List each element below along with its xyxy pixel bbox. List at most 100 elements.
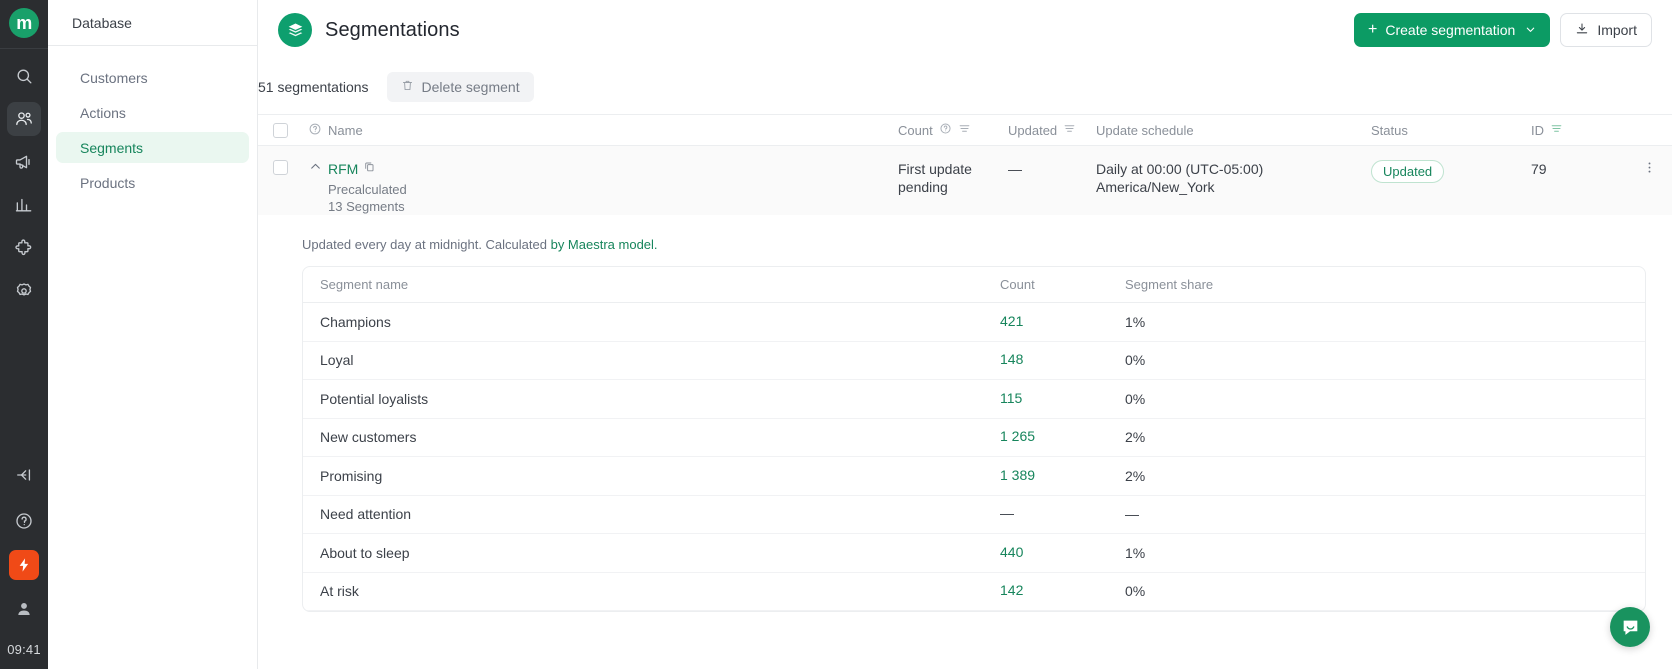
chat-bubble-smile-icon[interactable] xyxy=(1610,607,1650,647)
segment-count[interactable]: 1 389 xyxy=(1000,467,1035,483)
row-actions-cell xyxy=(1626,160,1672,180)
column-header-count[interactable]: Count xyxy=(898,122,1008,138)
segment-count[interactable]: 142 xyxy=(1000,582,1023,598)
chevron-up-icon[interactable] xyxy=(309,160,322,178)
sidebar-item-products[interactable]: Products xyxy=(56,167,249,198)
list-item[interactable]: At risk 142 0% xyxy=(303,573,1645,612)
import-button[interactable]: Import xyxy=(1560,13,1652,47)
search-icon[interactable] xyxy=(7,59,41,93)
segment-count[interactable]: 421 xyxy=(1000,313,1023,329)
page-title-group: Segmentations xyxy=(278,13,460,47)
column-header-name[interactable]: Name xyxy=(328,123,898,138)
user-account-icon[interactable] xyxy=(7,592,41,626)
segmentation-count: 51 segmentations xyxy=(258,79,369,95)
sidebar-item-label: Actions xyxy=(80,105,126,121)
expanded-note-text: Updated every day at midnight. Calculate… xyxy=(302,237,551,252)
delete-segment-label: Delete segment xyxy=(422,79,520,95)
segment-share: 0% xyxy=(1125,583,1645,599)
segment-share: 0% xyxy=(1125,352,1645,368)
list-item[interactable]: Champions 421 1% xyxy=(303,303,1645,342)
flash-lightning-icon[interactable] xyxy=(9,550,39,580)
column-header-updated-label: Updated xyxy=(1008,123,1057,138)
segment-name: Potential loyalists xyxy=(303,391,1000,407)
integrations-puzzle-icon[interactable] xyxy=(7,231,41,265)
create-segmentation-label: Create segmentation xyxy=(1385,22,1515,38)
list-item[interactable]: Need attention — — xyxy=(303,496,1645,535)
customers-icon[interactable] xyxy=(7,102,41,136)
brand-logo[interactable]: m xyxy=(9,8,39,38)
delete-segment-button[interactable]: Delete segment xyxy=(387,72,534,102)
list-item[interactable]: About to sleep 440 1% xyxy=(303,534,1645,573)
list-item[interactable]: Potential loyalists 115 0% xyxy=(303,380,1645,419)
name-help-cell xyxy=(302,122,328,139)
campaigns-megaphone-icon[interactable] xyxy=(7,145,41,179)
trash-icon xyxy=(401,79,414,95)
row-id-cell: 79 xyxy=(1531,160,1626,178)
list-item[interactable]: Loyal 148 0% xyxy=(303,342,1645,381)
segment-count[interactable]: 148 xyxy=(1000,351,1023,367)
segmentation-type: Precalculated xyxy=(328,181,898,198)
maestra-model-link[interactable]: by Maestra model. xyxy=(551,237,658,252)
download-icon xyxy=(1575,22,1589,39)
help-circle-icon[interactable] xyxy=(939,122,952,138)
sidebar-item-actions[interactable]: Actions xyxy=(56,97,249,128)
segmentation-name-link[interactable]: RFM xyxy=(328,161,358,177)
segment-name: Champions xyxy=(303,314,1000,330)
sidebar-item-segments[interactable]: Segments xyxy=(56,132,249,163)
import-label: Import xyxy=(1597,22,1637,38)
segment-count[interactable]: 115 xyxy=(1000,390,1022,406)
row-schedule-line1: Daily at 00:00 (UTC-05:00) xyxy=(1096,160,1371,178)
more-options-icon[interactable] xyxy=(1642,160,1657,180)
breakdown-column-name: Segment name xyxy=(303,277,1000,292)
status-badge: Updated xyxy=(1371,160,1444,183)
table-row[interactable]: RFM Precalculated 13 Segments First upda… xyxy=(258,146,1672,215)
main-content: Segmentations + Create segmentation xyxy=(258,0,1672,669)
table-header-row: Name Count xyxy=(258,114,1672,146)
row-updated-value: — xyxy=(1008,160,1096,178)
settings-gear-icon[interactable] xyxy=(7,274,41,308)
breakdown-column-count: Count xyxy=(1000,277,1125,292)
column-header-name-label: Name xyxy=(328,123,363,138)
sort-icon[interactable] xyxy=(1550,122,1563,138)
collapse-sidebar-icon[interactable] xyxy=(7,458,41,492)
row-name-row: RFM xyxy=(328,160,898,178)
list-item[interactable]: Promising 1 389 2% xyxy=(303,457,1645,496)
row-id-value: 79 xyxy=(1531,160,1626,178)
plus-icon: + xyxy=(1368,21,1377,39)
help-circle-icon[interactable] xyxy=(7,504,41,538)
create-segmentation-button[interactable]: + Create segmentation xyxy=(1354,13,1550,47)
breakdown-column-share: Segment share xyxy=(1125,277,1645,292)
list-item[interactable]: New customers 1 265 2% xyxy=(303,419,1645,458)
column-header-updated[interactable]: Updated xyxy=(1008,122,1096,138)
page-title: Segmentations xyxy=(325,19,460,42)
copy-icon[interactable] xyxy=(363,160,376,178)
segment-count[interactable]: 440 xyxy=(1000,544,1023,560)
segment-share: 2% xyxy=(1125,468,1645,484)
row-checkbox[interactable] xyxy=(273,160,288,175)
segment-name: About to sleep xyxy=(303,545,1000,561)
analytics-bar-chart-icon[interactable] xyxy=(7,188,41,222)
column-header-update-schedule[interactable]: Update schedule xyxy=(1096,123,1371,138)
segment-name: Promising xyxy=(303,468,1000,484)
sort-icon[interactable] xyxy=(1063,122,1076,138)
column-header-id[interactable]: ID xyxy=(1531,122,1626,138)
select-all-checkbox[interactable] xyxy=(273,123,288,138)
segment-name: At risk xyxy=(303,583,1000,599)
row-expand-cell xyxy=(302,160,328,178)
segment-breakdown-table: Segment name Count Segment share Champio… xyxy=(302,266,1646,612)
sort-icon[interactable] xyxy=(958,122,971,138)
expanded-segment-detail: Updated every day at midnight. Calculate… xyxy=(258,215,1672,612)
row-select-cell xyxy=(258,160,302,175)
app-root: m xyxy=(0,0,1672,669)
sidebar-item-customers[interactable]: Customers xyxy=(56,62,249,93)
help-circle-icon[interactable] xyxy=(308,122,322,139)
segment-count[interactable]: 1 265 xyxy=(1000,428,1035,444)
row-schedule-line2: America/New_York xyxy=(1096,178,1371,196)
icon-rail: m xyxy=(0,0,48,669)
row-count-cell: First update pending xyxy=(898,160,1008,196)
row-schedule-cell: Daily at 00:00 (UTC-05:00) America/New_Y… xyxy=(1096,160,1371,196)
sidebar-item-label: Products xyxy=(80,175,135,191)
segmentations-table: Name Count xyxy=(258,114,1672,612)
rail-icon-list xyxy=(7,49,41,308)
column-header-status[interactable]: Status xyxy=(1371,123,1531,138)
